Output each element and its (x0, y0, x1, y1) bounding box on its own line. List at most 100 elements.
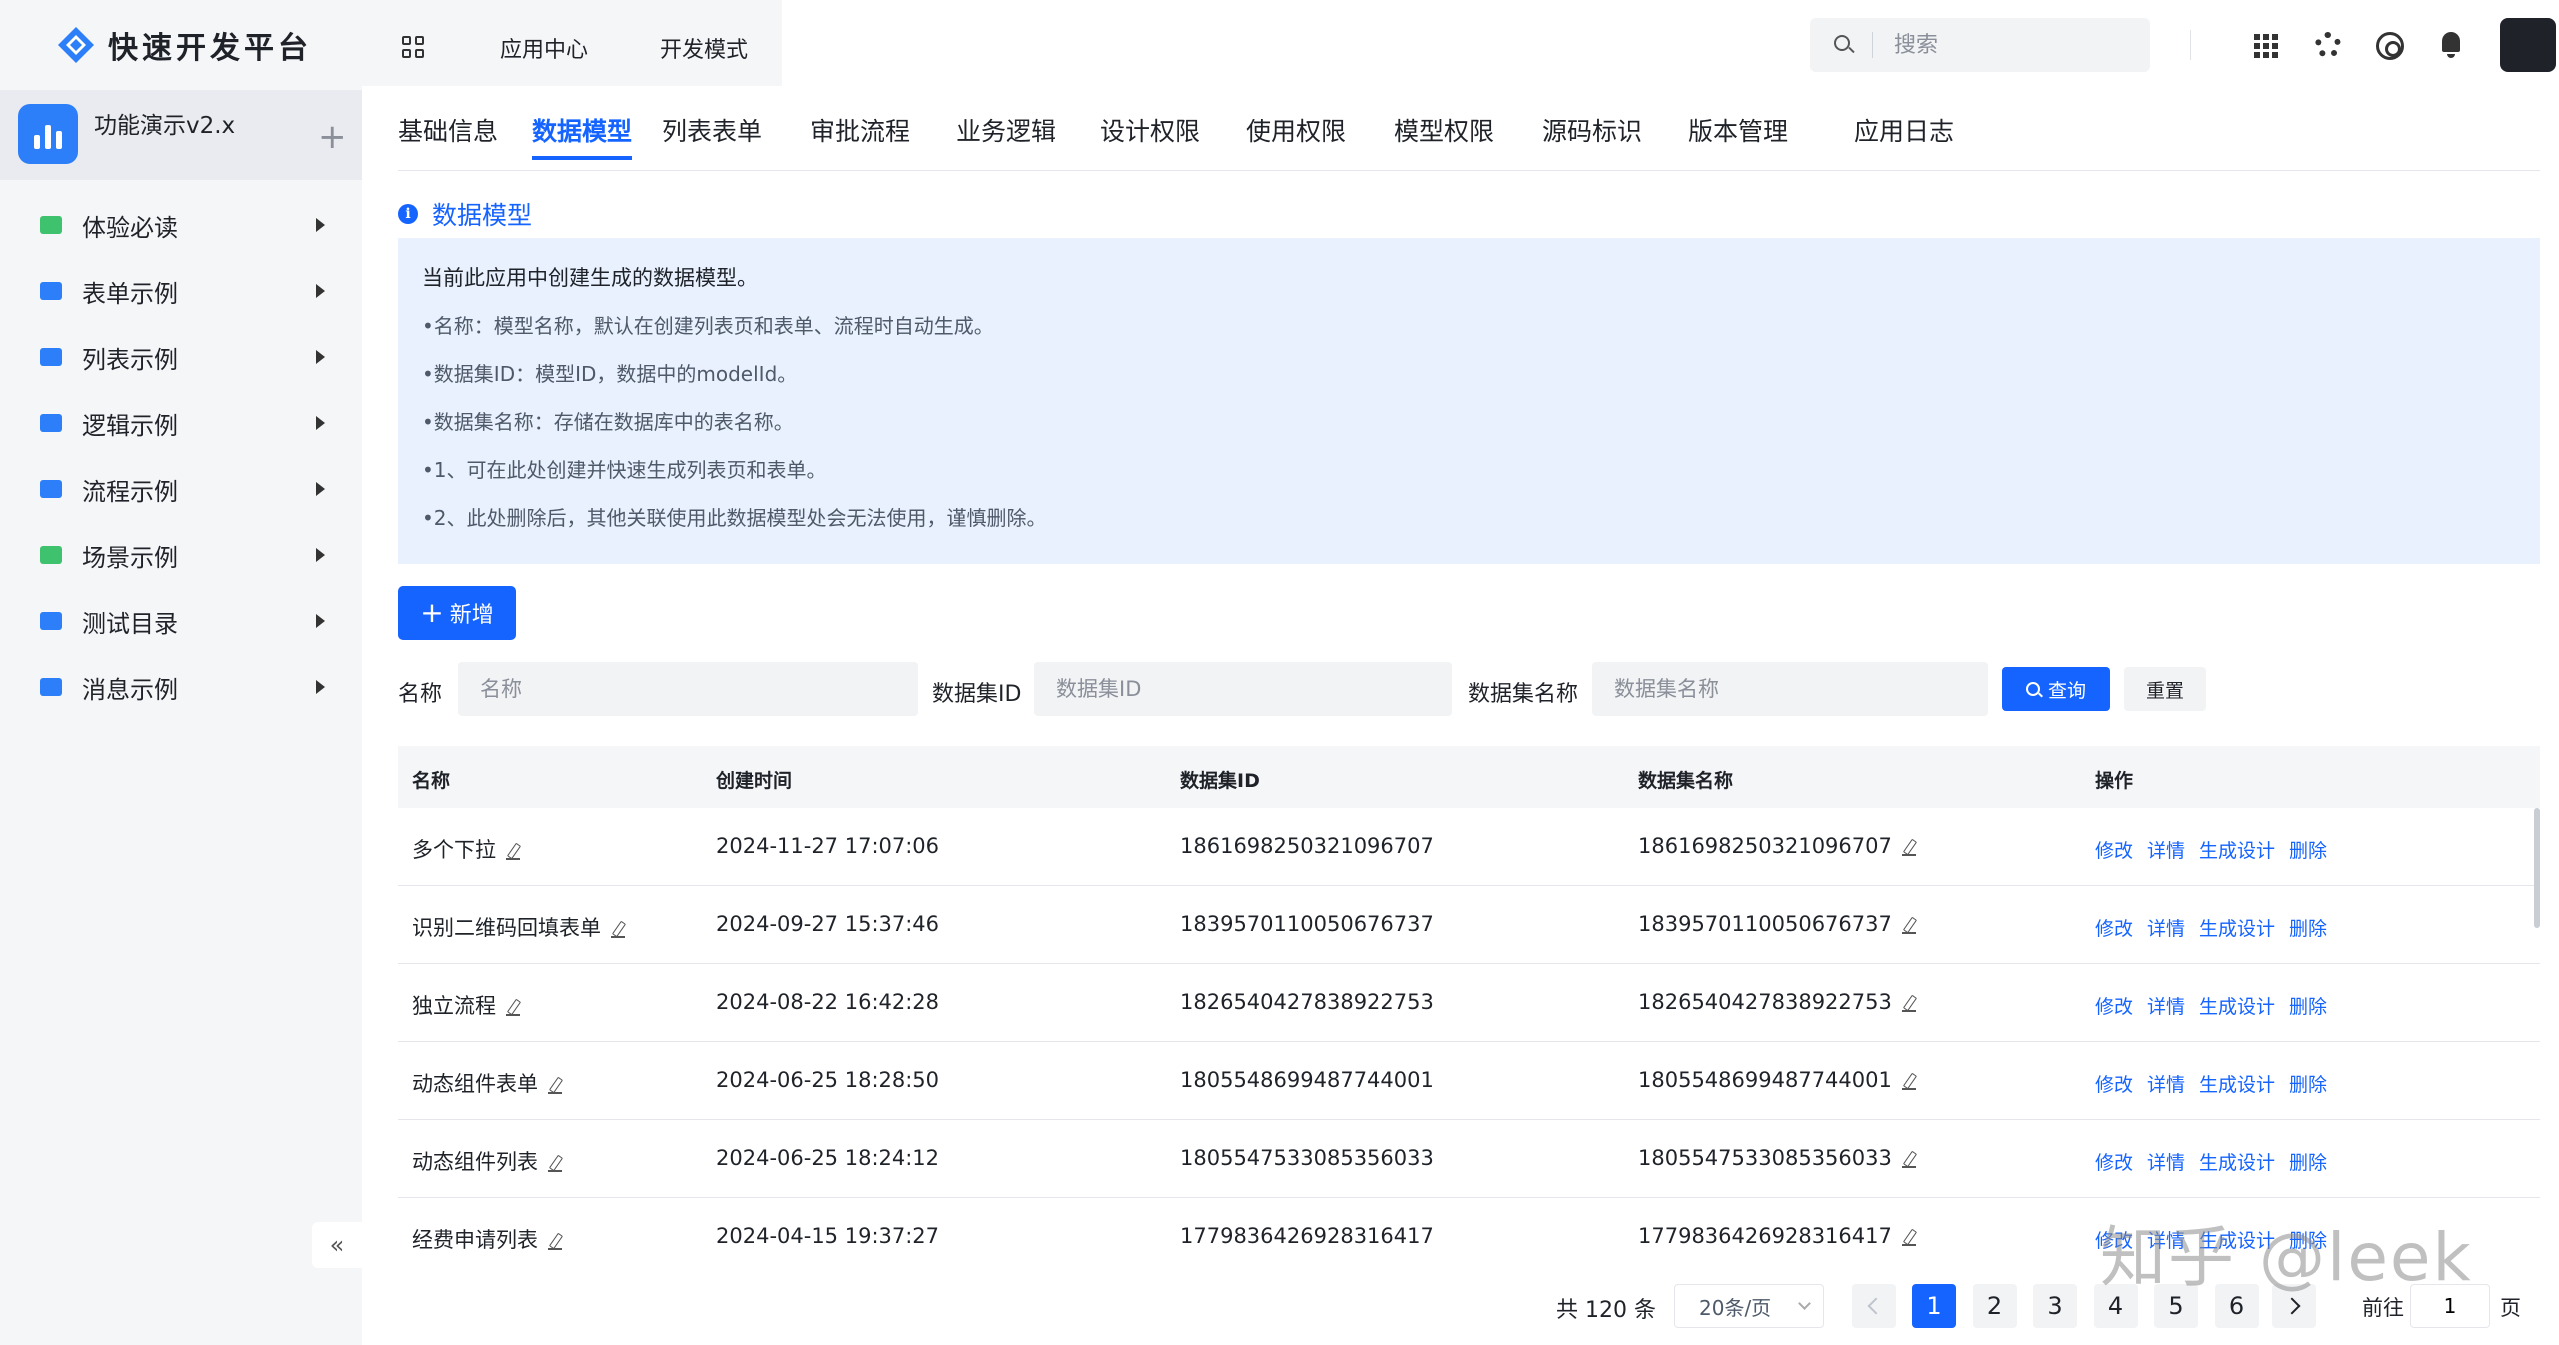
table-row: 识别二维码回填表单 2024-09-27 15:37:46 1839570110… (398, 886, 2540, 964)
sidebar-item[interactable]: 体验必读 (0, 192, 362, 258)
edit-icon[interactable] (1901, 839, 1916, 856)
page-size-select[interactable]: 20条/页 (1674, 1284, 1824, 1328)
page-number-button[interactable]: 2 (1972, 1284, 2017, 1328)
tab[interactable]: 设计权限 (1100, 112, 1200, 148)
tab[interactable]: 应用日志 (1854, 112, 1954, 148)
prev-page-button[interactable] (1852, 1284, 1896, 1328)
edit-icon[interactable] (548, 1233, 562, 1250)
edit-icon[interactable] (1901, 1073, 1916, 1090)
sidebar-item[interactable]: 消息示例 (0, 654, 362, 720)
page-number-button[interactable]: 1 (1912, 1284, 1956, 1328)
avatar[interactable] (2500, 18, 2556, 72)
row-actions: 修改 详情 生成设计 删除 (2095, 836, 2327, 863)
collapse-sidebar-button[interactable]: « (312, 1222, 362, 1268)
detail-link[interactable]: 详情 (2147, 1070, 2185, 1097)
generate-design-link[interactable]: 生成设计 (2199, 1070, 2275, 1097)
dev-mode-link[interactable]: 开发模式 (660, 32, 748, 64)
edit-icon[interactable] (1901, 995, 1916, 1012)
tab[interactable]: 源码标识 (1542, 112, 1642, 148)
detail-link[interactable]: 详情 (2147, 914, 2185, 941)
sidebar-item-label: 表单示例 (82, 279, 178, 308)
settings-icon[interactable] (2376, 32, 2404, 60)
edit-link[interactable]: 修改 (2095, 836, 2133, 863)
tab[interactable]: 模型权限 (1394, 112, 1494, 148)
app-center-link[interactable]: 应用中心 (500, 32, 588, 64)
add-button[interactable]: + 新增 (398, 586, 516, 640)
tab[interactable]: 列表表单 (662, 112, 762, 148)
detail-link[interactable]: 详情 (2147, 1148, 2185, 1175)
bell-icon[interactable] (2440, 32, 2462, 58)
sidebar-item[interactable]: 流程示例 (0, 456, 362, 522)
notice-item: •名称：模型名称，默认在创建列表页和表单、流程时自动生成。 (422, 314, 994, 338)
sidebar-item[interactable]: 测试目录 (0, 588, 362, 654)
edit-icon[interactable] (1901, 1151, 1916, 1168)
detail-link[interactable]: 详情 (2147, 836, 2185, 863)
cell-name-text: 识别二维码回填表单 (412, 916, 601, 940)
app-switcher[interactable]: 功能演示v2.x + (0, 90, 362, 180)
edit-icon[interactable] (506, 843, 520, 860)
dsname-filter-input[interactable] (1592, 662, 1988, 716)
delete-link[interactable]: 删除 (2289, 1148, 2327, 1175)
notice-item: •1、可在此处创建并快速生成列表页和表单。 (422, 458, 827, 482)
tab[interactable]: 数据模型 (532, 112, 633, 160)
page-size-value: 20条/页 (1699, 1295, 1772, 1320)
generate-design-link[interactable]: 生成设计 (2199, 836, 2275, 863)
search-input[interactable] (1894, 28, 2134, 62)
tab[interactable]: 业务逻辑 (956, 112, 1056, 148)
delete-link[interactable]: 删除 (2289, 914, 2327, 941)
sidebar: 快速开发平台 功能演示v2.x + 体验必读 表单示例 列表示例 逻辑示例 流程… (0, 0, 362, 1345)
dsname-filter-label: 数据集名称 (1468, 682, 1579, 707)
cell-dsname-text: 1805548699487744001 (1638, 1068, 1892, 1092)
sidebar-item[interactable]: 场景示例 (0, 522, 362, 588)
logo[interactable]: 快速开发平台 (56, 22, 312, 68)
delete-link[interactable]: 删除 (2289, 1070, 2327, 1097)
tab[interactable]: 基础信息 (398, 112, 498, 148)
tab[interactable]: 审批流程 (810, 112, 910, 148)
cell-name-text: 动态组件表单 (412, 1072, 538, 1096)
row-actions: 修改 详情 生成设计 删除 (2095, 992, 2327, 1019)
edit-icon[interactable] (548, 1077, 562, 1094)
tab[interactable]: 版本管理 (1688, 112, 1788, 148)
section-header: i 数据模型 (398, 196, 532, 232)
column-header: 数据集名称 (1638, 770, 1734, 792)
edit-icon[interactable] (1901, 917, 1916, 934)
edit-link[interactable]: 修改 (2095, 1070, 2133, 1097)
page-number-button[interactable]: 3 (2033, 1284, 2077, 1328)
dsid-filter-input[interactable] (1034, 662, 1452, 716)
edit-link[interactable]: 修改 (2095, 914, 2133, 941)
add-app-icon[interactable]: + (318, 120, 347, 154)
apps-icon[interactable] (2252, 32, 2280, 60)
query-button[interactable]: 查询 (2002, 667, 2110, 711)
cell-dsname-text: 1861698250321096707 (1638, 834, 1892, 858)
cell-created: 2024-11-27 17:07:06 (716, 834, 940, 858)
sidebar-item[interactable]: 表单示例 (0, 258, 362, 324)
sidebar-item-label: 消息示例 (82, 675, 178, 704)
sidebar-item-label: 列表示例 (82, 345, 178, 374)
edit-icon[interactable] (506, 999, 520, 1016)
tab[interactable]: 使用权限 (1246, 112, 1346, 148)
grid-icon[interactable] (402, 36, 424, 58)
generate-design-link[interactable]: 生成设计 (2199, 992, 2275, 1019)
edit-icon[interactable] (548, 1155, 562, 1172)
sidebar-item-label: 流程示例 (82, 477, 178, 506)
detail-link[interactable]: 详情 (2147, 992, 2185, 1019)
sidebar-item[interactable]: 列表示例 (0, 324, 362, 390)
sidebar-item-label: 逻辑示例 (82, 411, 178, 440)
delete-link[interactable]: 删除 (2289, 992, 2327, 1019)
sidebar-item[interactable]: 逻辑示例 (0, 390, 362, 456)
cell-name-text: 经费申请列表 (412, 1228, 538, 1252)
table-scrollbar[interactable] (2534, 808, 2540, 928)
delete-link[interactable]: 删除 (2289, 836, 2327, 863)
reset-button[interactable]: 重置 (2124, 667, 2206, 711)
name-filter-input[interactable] (458, 662, 918, 716)
global-search[interactable] (1810, 18, 2150, 72)
gear-icon[interactable] (2315, 32, 2341, 58)
cell-dsname: 1861698250321096707 (1638, 834, 1916, 858)
edit-icon[interactable] (1901, 1229, 1916, 1246)
generate-design-link[interactable]: 生成设计 (2199, 914, 2275, 941)
caret-right-icon (316, 284, 325, 298)
edit-link[interactable]: 修改 (2095, 1148, 2133, 1175)
edit-link[interactable]: 修改 (2095, 992, 2133, 1019)
generate-design-link[interactable]: 生成设计 (2199, 1148, 2275, 1175)
edit-icon[interactable] (611, 921, 625, 938)
